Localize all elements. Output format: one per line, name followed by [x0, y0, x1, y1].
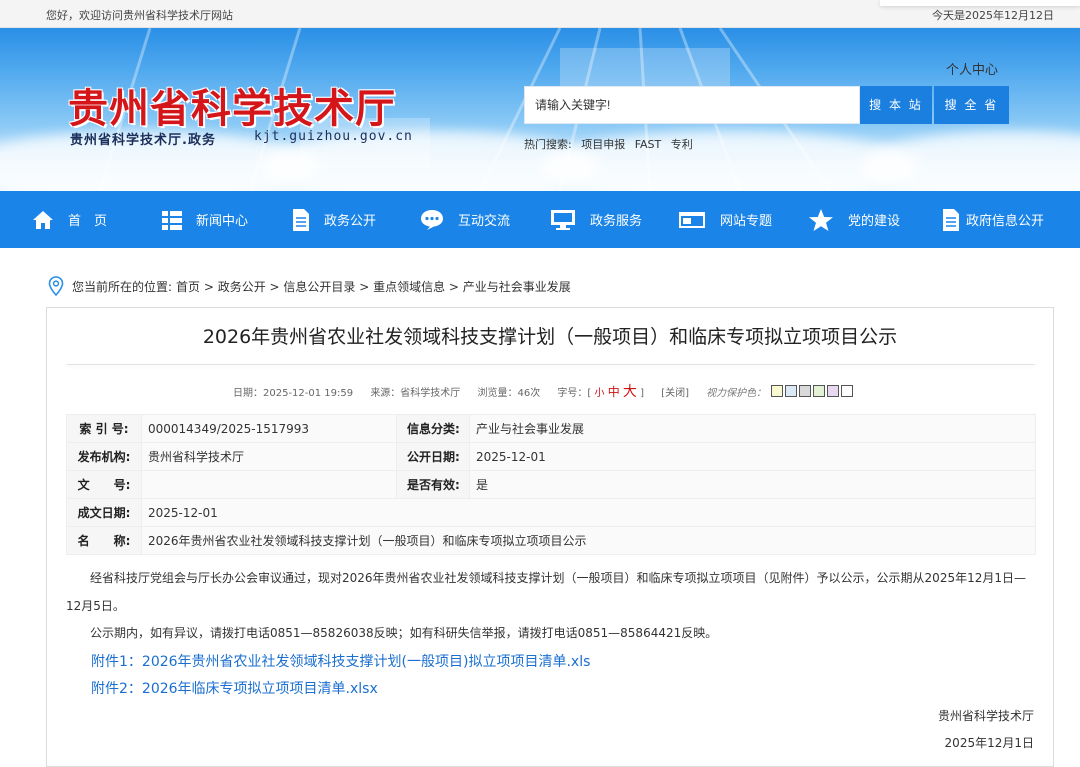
monitor-icon: [551, 209, 575, 230]
nav-item-label: 新闻中心: [196, 214, 249, 229]
table-row: 索 引 号: 000014349/2025-1517993 信息分类: 产业与社…: [66, 414, 1036, 443]
meta-views: 浏览量：46次: [477, 388, 541, 399]
table-row: 成文日期: 2025-12-01: [66, 498, 1036, 527]
color-swatch-yellow[interactable]: [771, 385, 784, 397]
personal-center-link[interactable]: 个人中心: [946, 59, 998, 78]
cell-label: 成文日期:: [66, 498, 142, 527]
info-table: 索 引 号: 000014349/2025-1517993 信息分类: 产业与社…: [66, 414, 1036, 555]
cell-label: 是否有效:: [396, 470, 470, 499]
search-site-button[interactable]: 搜 本 站: [860, 86, 932, 124]
body-paragraph: 公示期内，如有异议，请拨打电话0851—85826038反映；如有科研失信举报，…: [90, 626, 718, 640]
hot-term-link[interactable]: 专利: [671, 138, 693, 151]
font-medium-button[interactable]: 中: [608, 385, 620, 399]
cell-label: 索 引 号:: [66, 414, 142, 443]
color-swatch-green[interactable]: [813, 385, 826, 397]
table-row: 文 号: 是否有效: 是: [66, 470, 1036, 499]
nav-item-interaction[interactable]: 互动交流: [420, 191, 510, 248]
cell-value: 产业与社会事业发展: [469, 414, 1036, 443]
color-swatch-purple[interactable]: [827, 385, 840, 397]
table-row: 名 称: 2026年贵州省农业社发领域科技支撑计划（一般项目）和临床专项拟立项项…: [66, 526, 1036, 555]
hot-term-link[interactable]: 项目申报: [581, 138, 625, 151]
article-container: 2026年贵州省农业社发领域科技支撑计划（一般项目）和临床专项拟立项项目公示 日…: [46, 307, 1054, 767]
site-subtitle: 贵州省科学技术厅.政务: [70, 133, 216, 148]
window-icon: [679, 211, 705, 228]
title-divider: [67, 364, 1035, 365]
color-swatch-white[interactable]: [841, 385, 854, 397]
cell-label: 公开日期:: [396, 442, 470, 471]
cell-label: 名 称:: [66, 526, 142, 555]
chat-bubble-icon: [421, 209, 443, 230]
table-row: 发布机构: 贵州省科学技术厅 公开日期: 2025-12-01: [66, 442, 1036, 471]
color-swatch-gray[interactable]: [799, 385, 812, 397]
nav-item-label: 网站专题: [720, 214, 773, 229]
grid-list-icon: [162, 210, 182, 230]
font-size-label: 字号：[: [557, 388, 592, 399]
cell-value: [141, 470, 397, 499]
nav-item-news[interactable]: 新闻中心: [162, 191, 248, 248]
header-banner: 贵州省科学技术厅 贵州省科学技术厅.政务 kjt.guizhou.gov.cn …: [0, 28, 1080, 191]
file-icon: [943, 208, 959, 231]
current-date: 今天是2025年12月12日: [932, 9, 1054, 22]
close-button[interactable]: [关闭]: [661, 388, 689, 399]
nav-item-affairs[interactable]: 政务公开: [292, 191, 376, 248]
nav-item-gov-info[interactable]: 政府信息公开: [942, 191, 1044, 248]
article-title: 2026年贵州省农业社发领域科技支撑计划（一般项目）和临床专项拟立项项目公示: [202, 326, 898, 348]
document-icon: [293, 208, 309, 231]
site-logo-title[interactable]: 贵州省科学技术厅: [68, 76, 396, 134]
attachment-link-1[interactable]: 附件1：2026年贵州省农业社发领域科技支撑计划(一般项目)拟立项项目清单.xl…: [91, 651, 590, 671]
star-icon: [809, 208, 833, 231]
signature: 贵州省科学技术厅: [937, 709, 1034, 723]
nav-item-label: 互动交流: [458, 214, 511, 229]
nav-item-label: 政务公开: [324, 214, 377, 229]
top-bar: 您好，欢迎访问贵州省科学技术厅网站 今天是2025年12月12日: [0, 0, 1080, 28]
cell-value: 贵州省科学技术厅: [141, 442, 397, 471]
cell-value: 是: [469, 470, 1036, 499]
nav-item-party[interactable]: 党的建设: [808, 191, 900, 248]
breadcrumb: 您当前所在的位置: 首页 > 政务公开 > 信息公开目录 > 重点领域信息 > …: [48, 276, 571, 296]
nav-item-label: 党的建设: [848, 214, 901, 229]
body-paragraph: 经省科技厅党组会与厅长办公会审议通过，现对2026年贵州省农业社发领域科技支撑计…: [66, 571, 1026, 613]
home-icon: [33, 210, 53, 229]
font-large-button[interactable]: 大: [623, 384, 637, 400]
cell-label: 文 号:: [66, 470, 142, 499]
cell-label: 信息分类:: [396, 414, 470, 443]
hot-search-label: 热门搜索:: [524, 138, 572, 151]
search-province-button[interactable]: 搜 全 省: [934, 86, 1009, 124]
nav-item-home[interactable]: 首 页: [32, 191, 107, 248]
attachment-link-2[interactable]: 附件2：2026年临床专项拟立项项目清单.xlsx: [91, 678, 378, 698]
top-corner-shadow: [880, 0, 1080, 6]
cell-value: 2025-12-01: [141, 498, 1036, 527]
cell-value: 000014349/2025-1517993: [141, 414, 397, 443]
main-nav: 首 页 新闻中心 政务公开 互动交流 政务服务 网站专题 党的建设 政府信息公开: [0, 191, 1080, 248]
cell-value: 2026年贵州省农业社发领域科技支撑计划（一般项目）和临床专项拟立项项目公示: [141, 526, 1036, 555]
color-swatch-blue[interactable]: [785, 385, 798, 397]
site-domain: kjt.guizhou.gov.cn: [254, 129, 413, 144]
font-small-button[interactable]: 小: [595, 388, 605, 399]
welcome-text: 您好，欢迎访问贵州省科学技术厅网站: [46, 9, 233, 22]
hot-term-link[interactable]: FAST: [635, 138, 662, 151]
nav-item-label: 政务服务: [590, 214, 643, 229]
search-input[interactable]: [525, 87, 855, 123]
location-pin-icon: [48, 276, 64, 296]
vision-protect-label: 视力保护色：: [706, 388, 767, 399]
cell-label: 发布机构:: [66, 442, 142, 471]
search-box: [524, 86, 860, 124]
signature-date: 2025年12月1日: [944, 736, 1034, 750]
breadcrumb-prefix: 您当前所在的位置:: [72, 279, 173, 294]
meta-date: 日期：2025-12-01 19:59: [233, 388, 354, 399]
article-meta: 日期：2025-12-01 19:59 来源：省科学技术厅 浏览量：46次 字号…: [233, 381, 854, 401]
nav-item-services[interactable]: 政务服务: [550, 191, 642, 248]
font-size-bracket: ]: [640, 388, 644, 399]
meta-source: 来源：省科学技术厅: [370, 388, 461, 399]
nav-item-topics[interactable]: 网站专题: [678, 191, 772, 248]
cell-value: 2025-12-01: [469, 442, 1036, 471]
breadcrumb-path[interactable]: 首页 > 政务公开 > 信息公开目录 > 重点领域信息 > 产业与社会事业发展: [176, 278, 571, 295]
hot-search: 热门搜索: 项目申报 FAST 专利: [524, 136, 693, 152]
nav-item-label: 首 页: [68, 214, 108, 229]
nav-item-label: 政府信息公开: [966, 214, 1045, 229]
